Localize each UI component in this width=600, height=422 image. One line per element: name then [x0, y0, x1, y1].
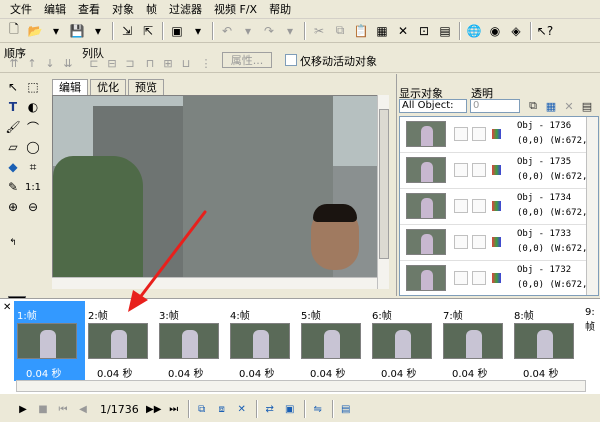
annotation-arrow	[128, 210, 207, 312]
